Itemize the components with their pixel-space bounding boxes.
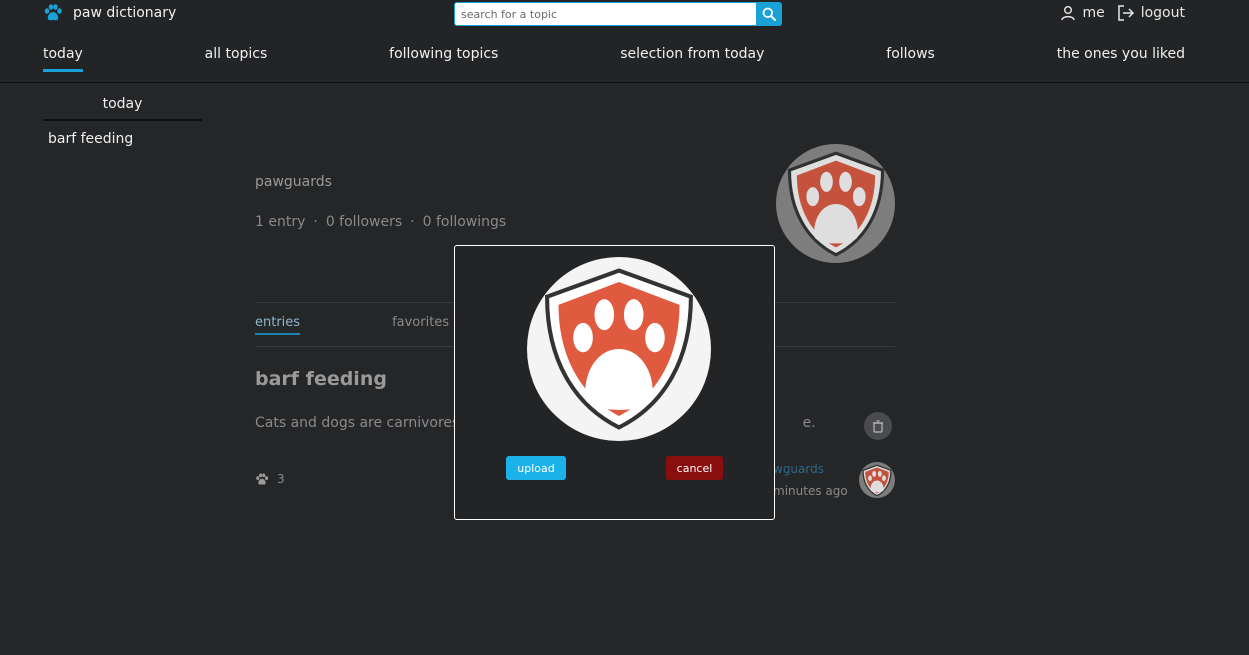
sidebar: today barf feeding bbox=[43, 96, 202, 147]
followers-count[interactable]: 0 followers bbox=[326, 214, 402, 230]
tab-favorites[interactable]: favorites bbox=[392, 315, 449, 335]
entry-title[interactable]: barf feeding bbox=[255, 368, 387, 390]
profile-stats: 1 entry · 0 followers · 0 followings bbox=[255, 214, 506, 230]
search-bar bbox=[454, 2, 782, 26]
tab-entries[interactable]: entries bbox=[255, 315, 301, 335]
avatar-upload-modal: upload cancel bbox=[454, 245, 775, 520]
entry-text-start: Cats and dogs are carnivores. th bbox=[255, 415, 483, 431]
tab-follows[interactable]: follows bbox=[886, 46, 935, 72]
search-icon bbox=[762, 7, 776, 21]
tab-today[interactable]: today bbox=[43, 46, 83, 72]
header: paw dictionary me logout bbox=[0, 0, 1249, 83]
modal-avatar-preview bbox=[527, 257, 711, 441]
logout-icon bbox=[1117, 5, 1134, 21]
shield-paw-icon bbox=[787, 151, 884, 257]
user-links: me logout bbox=[1060, 5, 1185, 21]
tab-selection-from-today[interactable]: selection from today bbox=[620, 46, 764, 72]
stats-separator: · bbox=[410, 214, 415, 230]
profile-tabs: entries favorites bbox=[255, 315, 449, 335]
entries-count[interactable]: 1 entry bbox=[255, 214, 305, 230]
search-input[interactable] bbox=[454, 2, 756, 26]
entry-author[interactable]: wguards bbox=[773, 462, 824, 476]
user-icon bbox=[1061, 6, 1076, 21]
logout-label: logout bbox=[1140, 5, 1185, 21]
trash-icon bbox=[873, 419, 883, 433]
tab-liked[interactable]: the ones you liked bbox=[1057, 46, 1185, 72]
me-label: me bbox=[1082, 5, 1105, 21]
tab-following-topics[interactable]: following topics bbox=[389, 46, 498, 72]
shield-paw-icon bbox=[545, 268, 693, 430]
entry-time: minutes ago bbox=[773, 484, 848, 498]
cancel-button[interactable]: cancel bbox=[666, 456, 723, 480]
likes[interactable]: 3 bbox=[255, 472, 285, 486]
sidebar-item-barf-feeding[interactable]: barf feeding bbox=[43, 131, 202, 147]
paw-icon bbox=[44, 4, 62, 21]
search-button[interactable] bbox=[756, 2, 782, 26]
entry-text-end: e. bbox=[802, 415, 815, 431]
profile-avatar[interactable] bbox=[776, 144, 895, 263]
me-link[interactable]: me bbox=[1060, 5, 1105, 21]
brand-name: paw dictionary bbox=[73, 5, 177, 21]
profile-name: pawguards bbox=[255, 174, 332, 190]
brand[interactable]: paw dictionary bbox=[43, 4, 176, 22]
upload-button[interactable]: upload bbox=[506, 456, 566, 480]
logout-link[interactable]: logout bbox=[1117, 5, 1185, 21]
delete-button[interactable] bbox=[864, 412, 892, 440]
sidebar-title: today bbox=[43, 96, 202, 121]
likes-count: 3 bbox=[277, 472, 285, 486]
main-nav: today all topics following topics select… bbox=[43, 46, 1185, 74]
stats-separator: · bbox=[313, 214, 318, 230]
entry-author-avatar[interactable] bbox=[859, 462, 895, 498]
shield-paw-icon bbox=[862, 464, 892, 496]
followings-count[interactable]: 0 followings bbox=[423, 214, 507, 230]
paw-like-icon bbox=[256, 472, 269, 485]
tab-all-topics[interactable]: all topics bbox=[205, 46, 268, 72]
